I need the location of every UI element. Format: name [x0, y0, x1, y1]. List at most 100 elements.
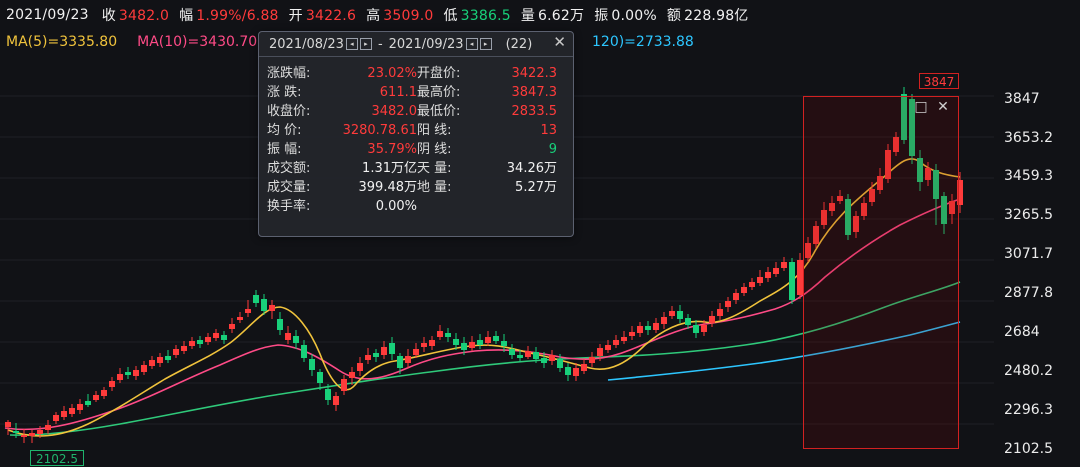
candle	[117, 368, 123, 383]
candle-body	[605, 345, 611, 350]
candle-body	[261, 299, 267, 311]
candle-body	[125, 372, 131, 375]
candle	[437, 325, 443, 340]
candle	[629, 326, 635, 340]
candle-body	[101, 390, 107, 396]
selection-controls: □ ✕	[914, 100, 950, 114]
candle	[133, 366, 139, 380]
end-date-next-button[interactable]: ▸	[479, 38, 492, 50]
candle	[93, 391, 99, 402]
start-date-prev-button[interactable]: ◂	[345, 38, 358, 50]
candle-body	[733, 293, 739, 300]
stat-value: 3847.3	[511, 85, 558, 100]
price-label: 3071.7	[1004, 246, 1053, 262]
candle-body	[373, 353, 379, 357]
candle-body	[677, 311, 683, 319]
price-label: 3653.2	[1004, 130, 1053, 146]
candle-body	[613, 340, 619, 345]
candle	[157, 353, 163, 367]
open-group: 开 3422.6	[289, 5, 356, 25]
candle-body	[333, 396, 339, 405]
range-selection-box[interactable]	[803, 96, 959, 449]
candle	[237, 312, 243, 323]
candle-body	[309, 359, 315, 370]
candle	[765, 267, 771, 282]
candle-body	[485, 337, 491, 343]
window-icon[interactable]: □	[914, 100, 928, 114]
candle	[781, 257, 787, 271]
candle-body	[525, 351, 531, 357]
candle	[429, 336, 435, 350]
amplitude-value: 0.00%	[611, 8, 657, 24]
top-quote-bar: 2021/09/23 收 3482.0 幅 1.99%/6.88 开 3422.…	[0, 0, 1080, 30]
candle-body	[469, 342, 475, 348]
candle-body	[29, 433, 35, 436]
stat-label: 涨 跌:	[267, 85, 302, 100]
candle	[589, 352, 595, 367]
candle	[525, 346, 531, 359]
candle	[725, 297, 731, 312]
candle	[469, 336, 475, 351]
candle	[253, 290, 259, 307]
candle-body	[157, 357, 163, 363]
candle-body	[661, 317, 667, 324]
candle	[293, 330, 299, 349]
candle	[653, 318, 659, 333]
price-label: 2877.8	[1004, 285, 1053, 301]
close-label: 收	[101, 8, 116, 24]
range-low-tag: 2102.5	[30, 450, 84, 466]
candle-body	[213, 333, 219, 338]
stat-label: 成交额:	[267, 161, 311, 176]
candle	[213, 329, 219, 341]
candle-body	[565, 367, 571, 375]
stat-label: 均 价:	[267, 123, 302, 138]
candle-body	[253, 295, 259, 303]
amount-label: 额	[666, 8, 682, 24]
candle	[677, 305, 683, 323]
candle	[341, 375, 347, 395]
candle-body	[669, 311, 675, 316]
candle	[565, 363, 571, 381]
candle-body	[221, 335, 227, 340]
candle	[301, 340, 307, 362]
candle-body	[61, 411, 67, 417]
popup-close-icon[interactable]: ✕	[553, 35, 566, 50]
candle	[125, 367, 131, 379]
end-date-prev-button[interactable]: ◂	[465, 38, 478, 50]
end-date: 2021/09/23	[388, 36, 464, 52]
stat-value	[477, 198, 557, 215]
candle	[21, 429, 27, 443]
candle	[485, 331, 491, 346]
candle-body	[149, 360, 155, 366]
candle-body	[69, 408, 75, 414]
stat-label: 振 幅:	[267, 142, 302, 157]
candle	[149, 356, 155, 369]
candle-body	[5, 422, 11, 427]
low-group: 低 3386.5	[443, 5, 510, 25]
candle-body	[757, 277, 763, 283]
candle	[709, 311, 715, 327]
candle	[773, 262, 779, 277]
candle-body	[781, 262, 787, 268]
close-icon[interactable]: ✕	[936, 100, 950, 114]
candle	[789, 258, 795, 304]
candle-body	[645, 326, 651, 330]
candle	[637, 322, 643, 337]
candle-body	[357, 363, 363, 371]
start-date-next-button[interactable]: ▸	[359, 38, 372, 50]
candle-body	[413, 349, 419, 355]
candle	[229, 318, 235, 333]
candle-body	[173, 349, 179, 355]
candle-body	[269, 305, 275, 311]
candle-body	[685, 318, 691, 325]
candle-body	[461, 343, 467, 350]
high-value: 3509.0	[383, 8, 434, 24]
candle-body	[389, 343, 395, 354]
candle	[373, 349, 379, 362]
high-group: 高 3509.0	[366, 5, 433, 25]
interval-stats-popup: 2021/08/23 ◂ ▸ - 2021/09/23 ◂ ▸ (22) ✕ 涨…	[258, 31, 574, 237]
candle-body	[549, 355, 555, 361]
candle	[733, 289, 739, 304]
candle-body	[701, 325, 707, 332]
high-label: 高	[366, 8, 381, 24]
